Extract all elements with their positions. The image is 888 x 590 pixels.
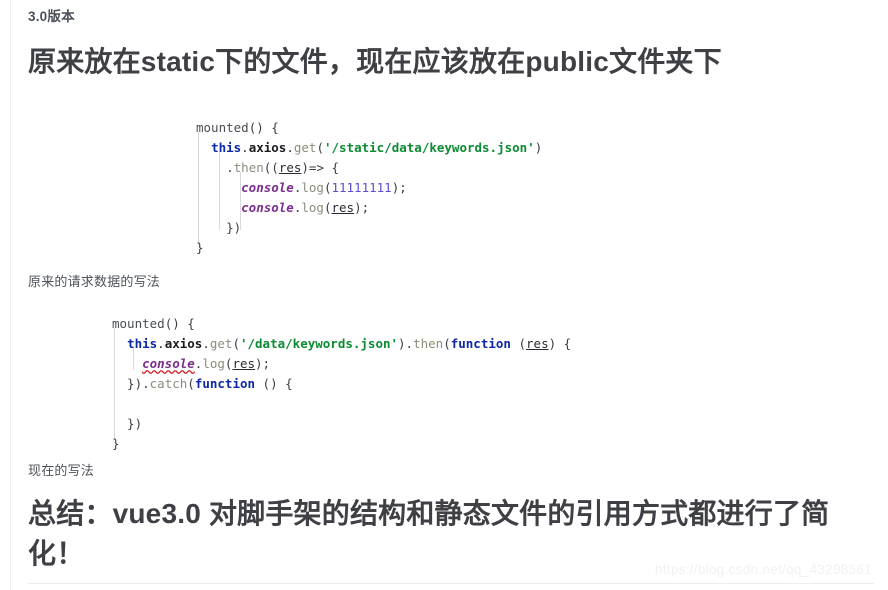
code-token: }): [196, 220, 242, 235]
code-token: then: [413, 336, 444, 351]
code-token: mounted: [196, 120, 249, 135]
code-block-vue2-axios: mounted() { this.axios.get('/data/keywor…: [97, 314, 646, 454]
code-token: }): [112, 416, 143, 431]
watermark-blog-url: https://blog.csdn.net/qq_43298561: [654, 562, 872, 577]
code-token: .: [202, 336, 210, 351]
code-line: mounted() {: [112, 314, 571, 334]
code-token: )=> {: [301, 160, 340, 175]
code-token: .: [286, 140, 294, 155]
code-token: }: [112, 436, 120, 451]
code-line: this.axios.get('/static/data/keywords.js…: [196, 138, 542, 158]
code-token: console: [142, 356, 195, 371]
code-token: res: [232, 356, 256, 371]
code-token: 11111111: [331, 180, 392, 195]
code-token: );: [255, 356, 271, 371]
code-token: function: [194, 376, 256, 391]
code-line: }: [196, 238, 542, 258]
code-line: .then((res)=> {: [196, 158, 542, 178]
code-line: }).catch(function () {: [112, 374, 571, 394]
code-token: res: [526, 336, 549, 351]
code-token: axios: [164, 336, 203, 351]
code-token: log: [202, 356, 225, 371]
code-token: (: [187, 376, 195, 391]
code-token: function: [450, 336, 511, 351]
code-line-highlighted: console.log(res);: [97, 354, 646, 374]
caption-old-request-style: 原来的请求数据的写法: [28, 274, 161, 289]
page-title-static-vs-public: 原来放在static下的文件，现在应该放在public文件夹下: [28, 46, 722, 77]
footer-divider: [28, 583, 874, 584]
code-token: mounted: [112, 316, 165, 331]
code-token: get: [293, 140, 317, 155]
code-token: ): [534, 140, 543, 155]
code-token: }).: [112, 376, 150, 391]
version-label: 3.0版本: [28, 9, 75, 24]
code-token: (: [443, 336, 451, 351]
code-line: console.log(res);: [196, 198, 542, 218]
code-line: }): [112, 414, 571, 434]
code-token: );: [354, 200, 370, 215]
code-token: log: [301, 180, 324, 195]
code-line: mounted() {: [196, 118, 542, 138]
code-token: () {: [164, 316, 195, 331]
code-token: res: [278, 160, 302, 175]
article-content: 3.0版本 原来放在static下的文件，现在应该放在public文件夹下 mo…: [0, 0, 888, 590]
code-token: ).: [398, 336, 414, 351]
code-token: .: [157, 336, 165, 351]
code-token: .: [196, 160, 234, 175]
caption-new-request-style: 现在的写法: [28, 463, 95, 478]
code-block-vue3-axios: mounted() { this.axios.get('/static/data…: [181, 118, 581, 258]
code-token: res: [331, 200, 355, 215]
code-token: ) {: [548, 336, 572, 351]
code-token: '/data/keywords.json': [239, 336, 399, 351]
code-token: log: [301, 200, 324, 215]
code-token: (: [316, 140, 324, 155]
code-line: }: [112, 434, 571, 454]
code-token: axios: [248, 140, 287, 155]
code-token: this: [127, 336, 158, 351]
code-token: then: [233, 160, 264, 175]
code-token: }: [196, 240, 204, 255]
code-token: get: [209, 336, 233, 351]
code-token: ((: [263, 160, 279, 175]
code-line-highlighted: console.log(11111111);: [181, 178, 581, 198]
code-token: (: [510, 336, 527, 351]
code-line: this.axios.get('/data/keywords.json').th…: [112, 334, 571, 354]
code-token: );: [391, 180, 407, 195]
code-token: (: [232, 336, 240, 351]
code-token: this: [211, 140, 242, 155]
code-token: console: [241, 180, 294, 195]
code-token: () {: [248, 120, 279, 135]
code-token: console: [241, 200, 294, 215]
code-token: .: [241, 140, 249, 155]
code-token: () {: [255, 376, 293, 391]
code-line: }): [196, 218, 542, 238]
code-token: catch: [149, 376, 188, 391]
code-token: '/static/data/keywords.json': [323, 140, 535, 155]
